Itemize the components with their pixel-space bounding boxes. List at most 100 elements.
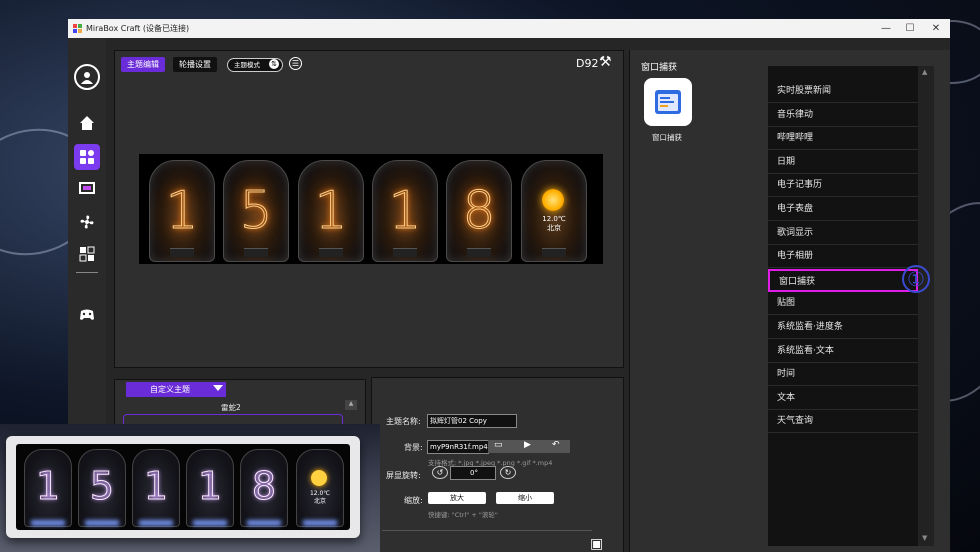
weather-city: 北京 xyxy=(547,224,561,232)
themes-icon[interactable] xyxy=(74,144,100,170)
widget-list-item[interactable]: 窗口捕获 xyxy=(768,268,918,292)
theme-settings-panel: 主题名称: 拟辉灯管02 Copy 背景: myP9nR31f.mp4 ▭ ▶ … xyxy=(371,377,624,552)
sun-icon xyxy=(542,189,564,211)
tube-digit: 5 xyxy=(239,181,273,242)
zoom-label: 缩放: xyxy=(404,496,423,505)
nixie-tube: 1 xyxy=(372,160,438,262)
sun-icon xyxy=(311,470,327,486)
zoom-out-button[interactable]: 缩小 xyxy=(496,492,554,504)
photo-digit: 5 xyxy=(89,464,115,509)
fan-icon[interactable] xyxy=(76,211,98,233)
widget-list-item[interactable]: 歌词显示 xyxy=(768,222,918,245)
background-input[interactable]: myP9nR31f.mp4 xyxy=(427,440,489,454)
window-capture-tile-label: 窗口捕获 xyxy=(652,133,682,142)
weather-tube: 12.0℃ 北京 xyxy=(521,160,587,262)
widget-list-item[interactable]: 电子记事历 xyxy=(768,174,918,198)
list-menu-icon[interactable]: ☰ xyxy=(289,57,302,70)
folder-icon[interactable]: ▭ xyxy=(494,440,503,450)
photo-tube: 1 xyxy=(186,449,234,527)
widget-list-item[interactable]: 文本 xyxy=(768,387,918,410)
theme-name-input[interactable]: 拟辉灯管02 Copy xyxy=(427,414,517,428)
photo-digit: 1 xyxy=(35,464,61,509)
widget-list-item[interactable]: 系统监看·进度条 xyxy=(768,316,918,339)
video-icon[interactable]: ▶ xyxy=(524,440,531,450)
save-icon[interactable]: ▣ xyxy=(590,536,603,552)
photo-tube: 5 xyxy=(78,449,126,527)
nixie-tube: 5 xyxy=(223,160,289,262)
tube-digit: 1 xyxy=(165,181,199,242)
nixie-tube: 1 xyxy=(298,160,364,262)
title-bar: MiraBox Craft (设备已连接) — ☐ ✕ xyxy=(68,19,950,38)
device-photo: 1 5 1 1 8 12.0℃ 北京 xyxy=(0,424,380,552)
device-body: 1 5 1 1 8 12.0℃ 北京 xyxy=(6,436,360,538)
photo-weather-city: 北京 xyxy=(313,498,326,505)
widget-list-item[interactable]: 音乐律动 xyxy=(768,104,918,127)
tab-carousel-settings[interactable]: 轮播设置 xyxy=(173,57,217,72)
widget-list: 实时股票新闻 音乐律动 哔哩哔哩 日期 电子记事历 电子表盘 歌词显示 电子相册 窗口捕获 贴图系… xyxy=(768,66,918,546)
home-icon[interactable] xyxy=(76,112,98,134)
widget-list-item[interactable]: 天气查询 xyxy=(768,410,918,434)
toggle-knob-icon[interactable]: ⇅ xyxy=(269,59,279,69)
theme-preview-panel: 主题编辑 轮播设置 主题模式 ⇅ ☰ D92 ⚒ 1 5 1 1 8 12.0℃… xyxy=(114,50,624,368)
photo-digit: 8 xyxy=(251,464,277,509)
widget-list-item[interactable]: 贴图 xyxy=(768,292,918,316)
theme-name-label: 主题名称: xyxy=(386,417,421,426)
window-title: MiraBox Craft (设备已连接) xyxy=(86,24,190,33)
user-avatar-icon[interactable] xyxy=(74,64,100,90)
nixie-tube: 8 xyxy=(446,160,512,262)
widget-panel-title: 窗口捕获 xyxy=(641,63,678,73)
nixie-tube: 1 xyxy=(149,160,215,262)
widgets-icon[interactable] xyxy=(76,243,98,265)
tab-theme-edit[interactable]: 主题编辑 xyxy=(121,57,165,72)
photo-digit: 1 xyxy=(143,464,169,509)
annotation-marker: ① xyxy=(902,265,930,293)
widget-list-item[interactable]: 电子表盘 xyxy=(768,198,918,221)
gamepad-icon[interactable] xyxy=(76,304,98,326)
zoom-shortcut-hint: 快捷键: "Ctrl" + "滚轮" xyxy=(428,511,498,519)
background-label: 背景: xyxy=(404,443,423,452)
photo-digit: 1 xyxy=(197,464,223,509)
sidebar-divider xyxy=(76,272,98,273)
chevron-down-icon[interactable] xyxy=(213,385,223,391)
widget-list-item[interactable]: 实时股票新闻 xyxy=(768,80,918,103)
theme-type-value: 自定义主题 xyxy=(150,385,190,394)
widget-list-item[interactable]: 电子相册 xyxy=(768,245,918,269)
display-icon[interactable] xyxy=(76,178,98,200)
tube-digit: 8 xyxy=(462,181,496,242)
widget-list-item[interactable]: 系统监看·文本 xyxy=(768,340,918,363)
background-actions: ▭ ▶ ↶ xyxy=(488,440,570,453)
photo-tube: 8 xyxy=(240,449,288,527)
photo-tube: 1 xyxy=(132,449,180,527)
device-name: D92 xyxy=(576,57,599,70)
scroll-down-icon[interactable]: ▼ xyxy=(922,534,927,542)
device-screen: 1 5 1 1 8 12.0℃ 北京 xyxy=(16,444,350,530)
window-capture-tile[interactable] xyxy=(644,78,692,126)
app-logo-icon xyxy=(73,24,82,33)
widget-list-item[interactable]: 时间 xyxy=(768,363,918,387)
zoom-in-button[interactable]: 放大 xyxy=(428,492,486,504)
maximize-button[interactable]: ☐ xyxy=(900,21,920,36)
panel-divider xyxy=(382,530,592,531)
theme-item-name: 雷蛇2 xyxy=(221,403,241,412)
rotate-right-icon[interactable]: ↻ xyxy=(500,466,516,479)
scroll-up-icon[interactable]: ▲ xyxy=(345,400,357,410)
theme-type-dropdown[interactable]: 自定义主题 xyxy=(126,382,226,397)
window-capture-icon xyxy=(655,90,681,114)
close-button[interactable]: ✕ xyxy=(926,21,946,36)
weather-temp: 12.0℃ xyxy=(542,215,566,223)
tube-digit: 1 xyxy=(314,181,348,242)
rotate-value[interactable]: 0° xyxy=(450,466,496,480)
minimize-button[interactable]: — xyxy=(876,21,896,36)
widget-list-scrollbar[interactable]: ▲ ▼ xyxy=(918,66,934,546)
rotate-left-icon[interactable]: ↺ xyxy=(432,466,448,479)
tools-icon[interactable]: ⚒ xyxy=(599,54,612,70)
widget-list-item[interactable]: 日期 xyxy=(768,151,918,174)
rotate-label: 屏显旋转: xyxy=(386,471,421,480)
widget-list-item[interactable]: 哔哩哔哩 xyxy=(768,127,918,151)
photo-weather-tube: 12.0℃ 北京 xyxy=(296,449,344,527)
undo-icon[interactable]: ↶ xyxy=(552,440,560,450)
tube-digit: 1 xyxy=(388,181,422,242)
scroll-up-icon[interactable]: ▲ xyxy=(922,68,927,76)
photo-weather-temp: 12.0℃ xyxy=(309,490,331,497)
theme-mode-label: 主题模式 xyxy=(234,61,260,69)
